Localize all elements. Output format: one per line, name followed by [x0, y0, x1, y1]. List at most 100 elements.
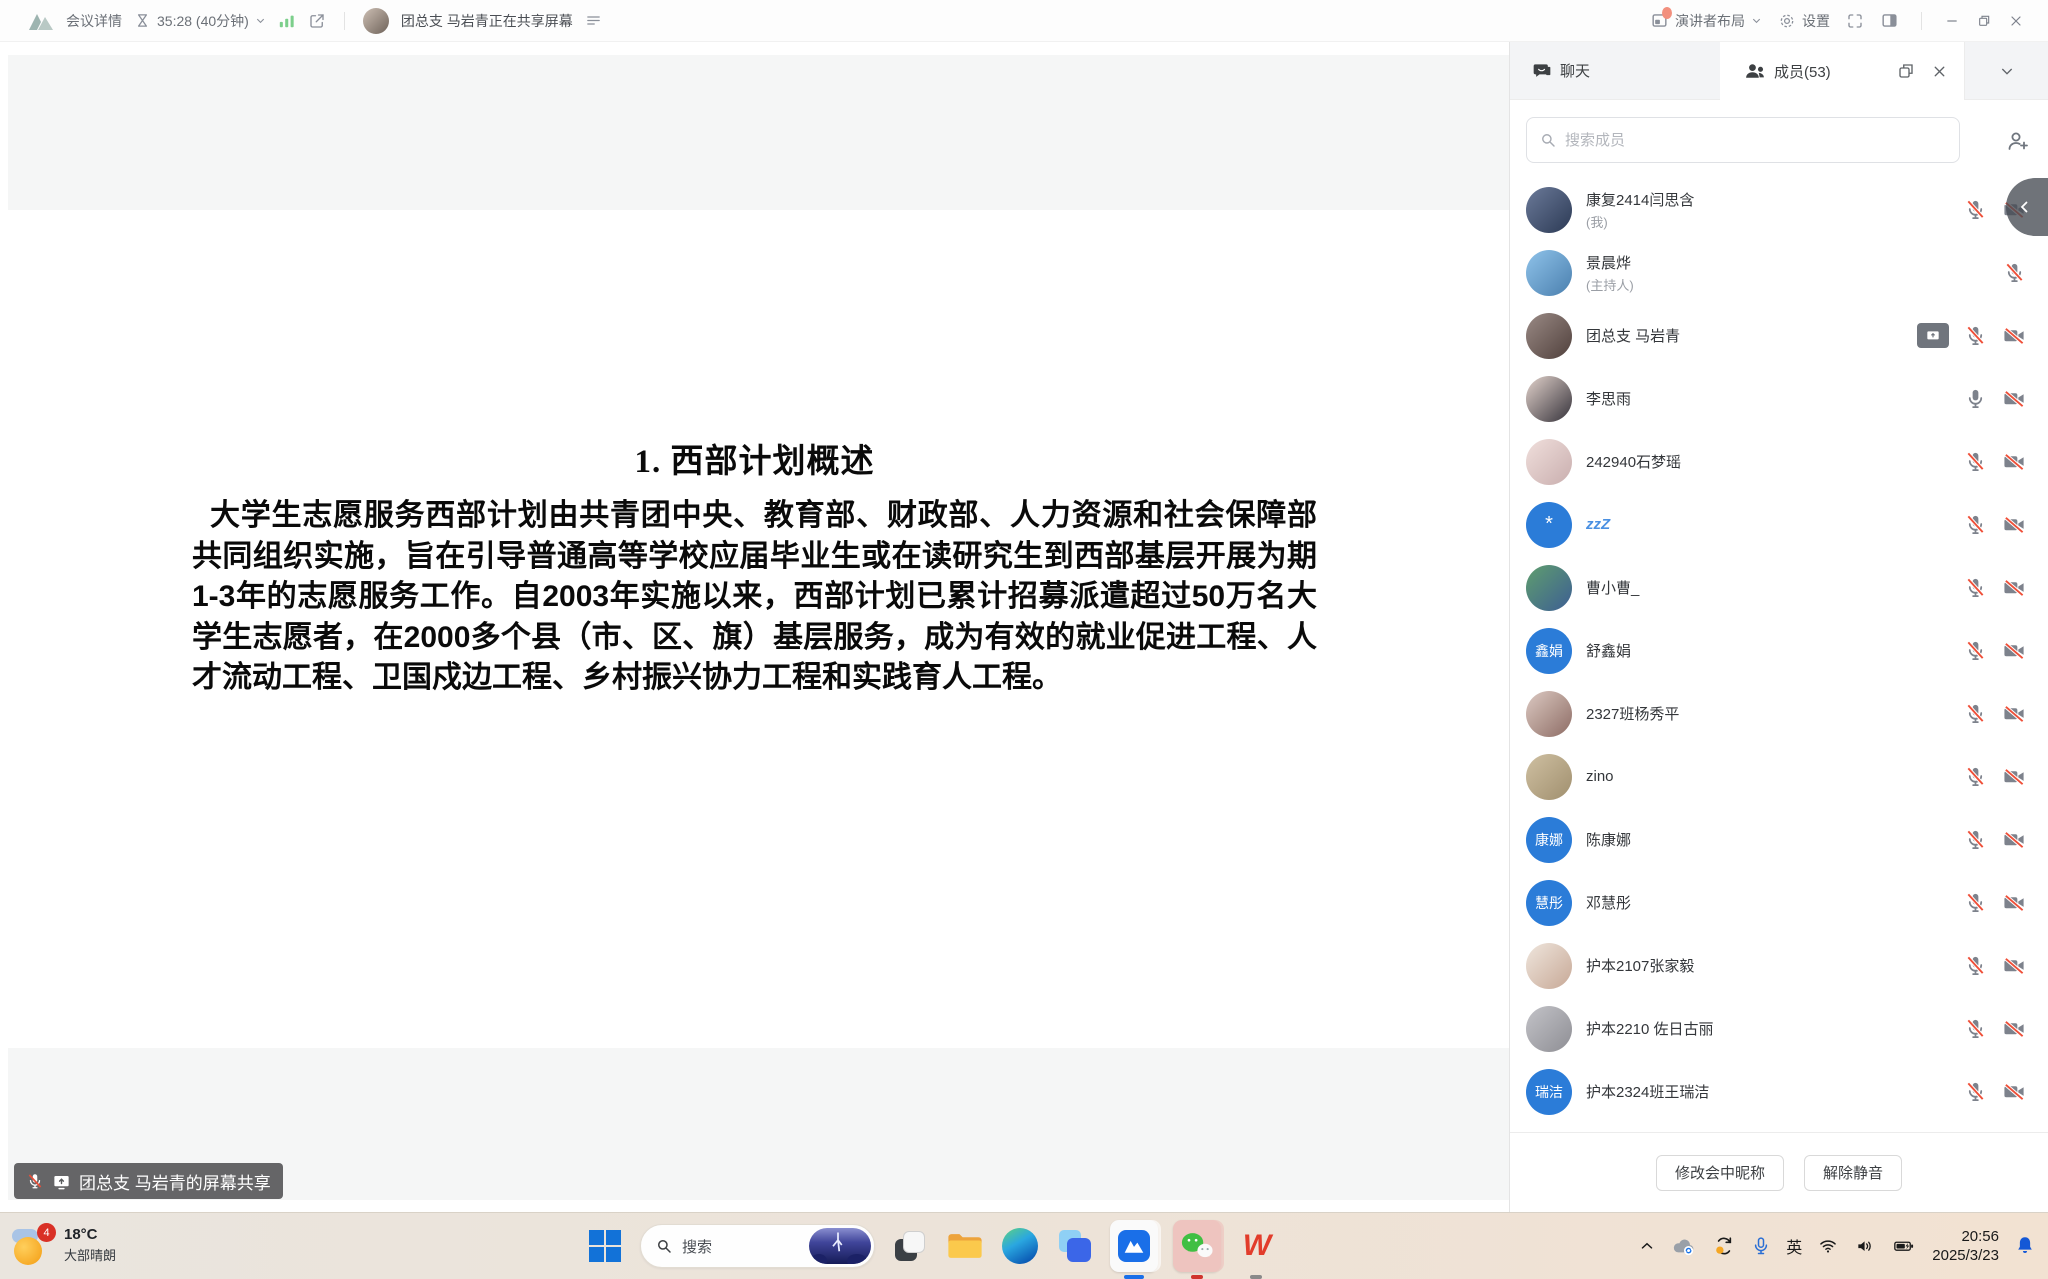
- member-status-icons: [1917, 323, 2026, 348]
- battery-icon[interactable]: [1891, 1236, 1917, 1256]
- restore-window-button[interactable]: [1976, 13, 1992, 29]
- member-status-icons: [1964, 639, 2026, 662]
- mic-muted-icon[interactable]: [1964, 702, 1987, 725]
- camera-muted-icon[interactable]: [2002, 954, 2026, 977]
- minimize-button[interactable]: [1944, 13, 1960, 29]
- ime-indicator[interactable]: 英: [1786, 1234, 1802, 1258]
- member-row[interactable]: 242940石梦瑶: [1510, 430, 2048, 493]
- running-indicator: [1250, 1275, 1262, 1279]
- file-explorer-button[interactable]: [945, 1220, 985, 1272]
- mic-muted-icon[interactable]: [1964, 954, 1987, 977]
- mic-muted-icon[interactable]: [2003, 261, 2026, 284]
- member-row[interactable]: 李思雨: [1510, 367, 2048, 430]
- member-row[interactable]: 2327班杨秀平: [1510, 682, 2048, 745]
- mic-muted-icon[interactable]: [1964, 324, 1987, 347]
- member-role-label: (主持人): [1586, 275, 1634, 294]
- camera-muted-icon[interactable]: [2002, 828, 2026, 851]
- member-row[interactable]: zino: [1510, 745, 2048, 808]
- member-row[interactable]: 护本2107张家毅: [1510, 934, 2048, 997]
- member-status-icons: [1964, 387, 2026, 410]
- taskbar-search[interactable]: 搜索: [640, 1224, 875, 1268]
- start-button[interactable]: [585, 1220, 625, 1272]
- camera-muted-icon[interactable]: [2002, 576, 2026, 599]
- camera-muted-icon[interactable]: [2002, 765, 2026, 788]
- slide-text-segment: 年实施以来，西部计划已累计招募派遣超过: [609, 580, 1192, 613]
- clock-date: 2025/3/23: [1932, 1246, 1999, 1266]
- mic-muted-icon[interactable]: [1964, 765, 1987, 788]
- mic-muted-icon[interactable]: [1964, 891, 1987, 914]
- layout-switcher[interactable]: 演讲者布局: [1650, 11, 1762, 31]
- task-view-button[interactable]: [890, 1220, 930, 1272]
- settings-button[interactable]: 设置: [1778, 11, 1830, 31]
- member-row[interactable]: *zzZ: [1510, 493, 2048, 556]
- add-member-button[interactable]: [1998, 124, 2038, 158]
- member-row[interactable]: 康娜陈康娜: [1510, 808, 2048, 871]
- member-avatar: [1526, 691, 1572, 737]
- member-row[interactable]: 护本2210 佐日古丽: [1510, 997, 2048, 1060]
- meeting-details-button[interactable]: 会议详情: [66, 11, 122, 31]
- taskbar-clock[interactable]: 20:56 2025/3/23: [1932, 1227, 1999, 1266]
- network-signal-icon[interactable]: [278, 13, 296, 29]
- close-window-button[interactable]: [2008, 13, 2024, 29]
- member-row[interactable]: 景晨烨(主持人): [1510, 241, 2048, 304]
- mic-muted-icon[interactable]: [1964, 450, 1987, 473]
- member-row[interactable]: 曹小曹_: [1510, 556, 2048, 619]
- tab-members[interactable]: 成员(53): [1720, 42, 1964, 100]
- mic-muted-icon[interactable]: [1964, 1017, 1987, 1040]
- member-name: 护本2107张家毅: [1586, 955, 1694, 976]
- docs-app-button[interactable]: [1055, 1220, 1095, 1272]
- unmute-button[interactable]: 解除静音: [1804, 1155, 1902, 1191]
- mic-on-icon[interactable]: [1964, 387, 1987, 410]
- wifi-icon[interactable]: [1817, 1236, 1839, 1256]
- sync-status-icon[interactable]: [1712, 1235, 1736, 1257]
- tab-chat[interactable]: 聊天: [1510, 42, 1720, 100]
- member-search-box[interactable]: [1526, 117, 1960, 163]
- volume-icon[interactable]: [1854, 1236, 1876, 1256]
- member-row[interactable]: 慧彤邓慧彤: [1510, 871, 2048, 934]
- side-panel-toggle-icon[interactable]: [1880, 11, 1899, 30]
- rename-button[interactable]: 修改会中昵称: [1656, 1155, 1784, 1191]
- member-search-input[interactable]: [1565, 132, 1947, 149]
- wps-app-button[interactable]: W: [1236, 1220, 1276, 1272]
- mic-muted-icon[interactable]: [1964, 513, 1987, 536]
- camera-muted-icon[interactable]: [2002, 513, 2026, 536]
- microphone-tray-icon[interactable]: [1751, 1235, 1771, 1257]
- member-sharing-badge: [1917, 323, 1949, 348]
- screen-share-status-badge[interactable]: 团总支 马岩青的屏幕共享: [14, 1163, 283, 1199]
- camera-muted-icon[interactable]: [2002, 1017, 2026, 1040]
- slide-text-segment: 大学生志愿服务西部计划由共青团中央、教育部、财政部、人力资源和社会保障部共同组织…: [192, 499, 1317, 573]
- weather-desc: 大部晴朗: [64, 1245, 116, 1264]
- panel-more-section[interactable]: [1964, 42, 2048, 100]
- tray-expand-icon[interactable]: [1638, 1237, 1656, 1255]
- camera-muted-icon[interactable]: [2002, 702, 2026, 725]
- camera-muted-icon[interactable]: [2002, 1080, 2026, 1103]
- member-row[interactable]: 康复2414闫思含(我): [1510, 178, 2048, 241]
- open-external-icon[interactable]: [308, 12, 326, 30]
- member-name: 邓慧彤: [1586, 892, 1631, 913]
- edge-browser-button[interactable]: [1000, 1220, 1040, 1272]
- slide-text-segment: 年的志愿服务工作。自: [235, 580, 542, 613]
- fullscreen-icon[interactable]: [1846, 12, 1864, 30]
- mic-muted-icon[interactable]: [1964, 639, 1987, 662]
- mic-muted-icon[interactable]: [1964, 576, 1987, 599]
- mic-muted-icon[interactable]: [1964, 1080, 1987, 1103]
- camera-muted-icon[interactable]: [2002, 891, 2026, 914]
- mic-muted-icon[interactable]: [1964, 828, 1987, 851]
- popout-panel-icon[interactable]: [1897, 62, 1915, 80]
- close-panel-icon[interactable]: [1931, 63, 1948, 80]
- member-row[interactable]: 鑫娟舒鑫娟: [1510, 619, 2048, 682]
- camera-muted-icon[interactable]: [2002, 387, 2026, 410]
- mic-muted-icon[interactable]: [1964, 198, 1987, 221]
- notifications-bell-icon[interactable]: [2014, 1234, 2036, 1258]
- camera-muted-icon[interactable]: [2002, 639, 2026, 662]
- wechat-app-button[interactable]: [1173, 1220, 1221, 1272]
- member-row[interactable]: 团总支 马岩青: [1510, 304, 2048, 367]
- camera-muted-icon[interactable]: [2002, 450, 2026, 473]
- list-icon[interactable]: [585, 12, 602, 29]
- member-row[interactable]: 瑞洁护本2324班王瑞洁: [1510, 1060, 2048, 1123]
- meeting-timer[interactable]: 35:28 (40分钟): [134, 11, 266, 31]
- cloud-sync-icon[interactable]: [1671, 1235, 1697, 1257]
- camera-muted-icon[interactable]: [2002, 324, 2026, 347]
- taskbar-weather-widget[interactable]: 4 18°C 大部晴朗: [12, 1221, 116, 1269]
- tencent-meeting-app-button[interactable]: [1110, 1220, 1158, 1272]
